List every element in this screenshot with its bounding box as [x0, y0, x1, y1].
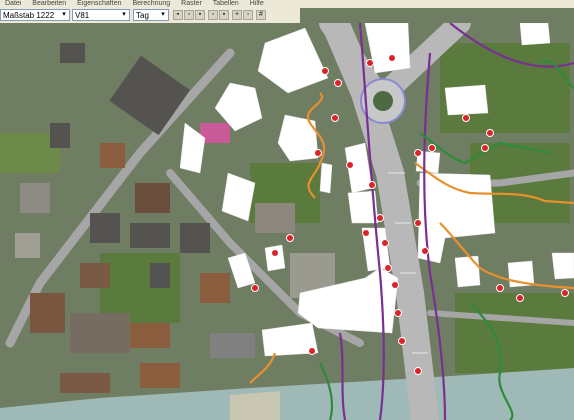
survey-marker[interactable] — [381, 239, 389, 247]
roundabout-center — [373, 91, 393, 111]
survey-marker[interactable] — [346, 161, 354, 169]
survey-marker[interactable] — [321, 67, 329, 75]
zoom-icon[interactable]: + — [232, 10, 242, 20]
survey-marker[interactable] — [481, 144, 489, 152]
survey-marker[interactable] — [368, 181, 376, 189]
survey-marker[interactable] — [376, 214, 384, 222]
survey-marker[interactable] — [334, 79, 342, 87]
menu-calculation[interactable]: Berechnung — [132, 0, 170, 8]
paste-icon[interactable]: ▪ — [219, 10, 229, 20]
menu-bar: Datei Bearbeiten Eigenschaften Berechnun… — [0, 0, 574, 8]
survey-marker[interactable] — [414, 149, 422, 157]
survey-marker[interactable] — [362, 229, 370, 237]
chevron-down-icon[interactable]: ▾ — [60, 11, 68, 19]
survey-marker[interactable] — [561, 289, 569, 297]
survey-marker[interactable] — [462, 114, 470, 122]
survey-marker[interactable] — [398, 337, 406, 345]
menu-file[interactable]: Datei — [5, 0, 21, 8]
scale-value: Maßstab 1222 — [3, 11, 55, 20]
survey-marker[interactable] — [428, 144, 436, 152]
menu-help[interactable]: Hilfe — [250, 0, 264, 8]
survey-marker[interactable] — [414, 367, 422, 375]
survey-marker[interactable] — [314, 149, 322, 157]
survey-marker[interactable] — [391, 281, 399, 289]
river-bank — [230, 391, 280, 420]
survey-marker[interactable] — [331, 114, 339, 122]
survey-marker[interactable] — [394, 309, 402, 317]
survey-marker[interactable] — [421, 247, 429, 255]
menu-raster[interactable]: Raster — [181, 0, 202, 8]
menu-edit[interactable]: Bearbeiten — [32, 0, 66, 8]
scale-select[interactable]: Maßstab 1222 ▾ — [0, 9, 70, 21]
chevron-down-icon[interactable]: ▾ — [120, 11, 128, 19]
menu-tables[interactable]: Tabellen — [213, 0, 239, 8]
survey-marker[interactable] — [388, 54, 396, 62]
survey-marker[interactable] — [414, 219, 422, 227]
survey-marker[interactable] — [384, 264, 392, 272]
survey-marker[interactable] — [271, 249, 279, 257]
survey-marker[interactable] — [366, 59, 374, 67]
layer-value: V81 — [75, 11, 90, 20]
survey-marker[interactable] — [308, 347, 316, 355]
survey-marker[interactable] — [286, 234, 294, 242]
mode-select[interactable]: Tag ▾ — [133, 9, 169, 21]
map-canvas[interactable] — [0, 23, 574, 420]
menu-properties[interactable]: Eigenschaften — [77, 0, 121, 8]
select-icon[interactable]: ◦ — [243, 10, 253, 20]
layer-select[interactable]: V81 ▾ — [72, 9, 130, 21]
copy-icon[interactable]: ▫ — [208, 10, 218, 20]
survey-marker[interactable] — [251, 284, 259, 292]
grid-icon[interactable]: # — [256, 10, 266, 20]
folder-icon[interactable]: ▫ — [184, 10, 194, 20]
save-icon[interactable]: ▪ — [173, 10, 183, 20]
toolbar: Maßstab 1222 ▾ V81 ▾ Tag ▾ ▪ ▫ ▪ ▫ ▪ + ◦… — [0, 8, 300, 24]
chevron-down-icon[interactable]: ▾ — [159, 11, 167, 19]
print-icon[interactable]: ▪ — [195, 10, 205, 20]
survey-marker[interactable] — [486, 129, 494, 137]
survey-marker[interactable] — [496, 284, 504, 292]
mode-value: Tag — [136, 11, 149, 20]
survey-marker[interactable] — [516, 294, 524, 302]
